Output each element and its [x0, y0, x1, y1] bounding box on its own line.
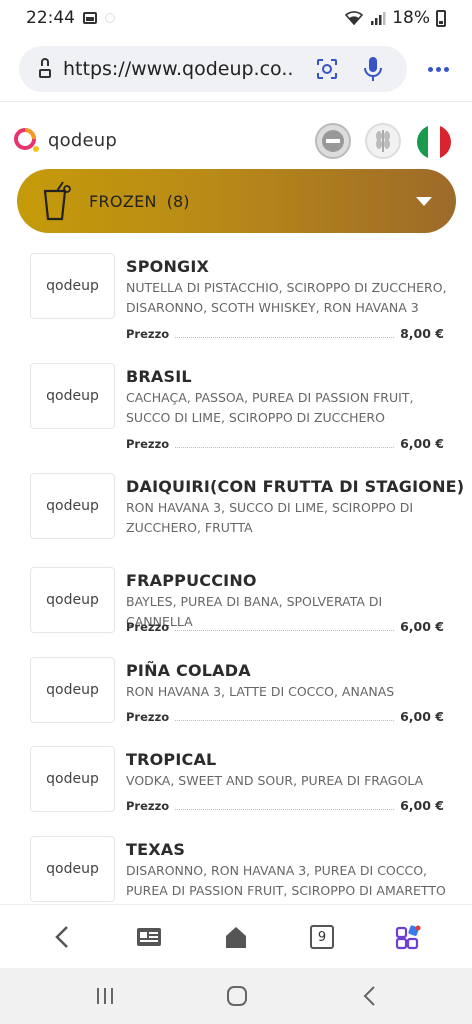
price-label: Prezzo [126, 620, 170, 634]
home-icon[interactable] [222, 923, 250, 951]
price-row: Prezzo 8,00 € [126, 325, 444, 341]
price-row: Prezzo 6,00 € [126, 708, 444, 724]
qodeup-logo[interactable]: qodeup [12, 125, 117, 155]
price-label: Prezzo [126, 327, 170, 341]
item-name: BRASIL [126, 367, 192, 386]
item-name: TROPICAL [126, 750, 217, 769]
clock: 22:44 [26, 8, 75, 28]
status-left: 22:44 [26, 8, 115, 28]
recent-apps-icon[interactable] [91, 982, 119, 1010]
category-count: (8) [166, 191, 190, 211]
item-name: PIÑA COLADA [126, 661, 251, 680]
system-nav-bar [0, 968, 472, 1024]
item-thumbnail[interactable]: qodeup [30, 746, 115, 812]
notification-dot-icon [105, 13, 115, 23]
dot-leader [175, 809, 395, 810]
lens-scan-icon[interactable] [315, 57, 339, 81]
price-row: Prezzo 6,00 € [126, 435, 444, 451]
address-bar[interactable]: https://www.qodeup.co... [19, 46, 407, 92]
tabs-button[interactable]: 9 [308, 923, 336, 951]
dot-leader [175, 337, 395, 338]
menu-list[interactable]: qodeup SPONGIX NUTELLA DI PISTACCHIO, SC… [0, 233, 472, 904]
menu-grid-icon[interactable] [394, 923, 422, 951]
status-bar: 22:44 18% [0, 0, 472, 36]
price-value: 6,00 € [400, 619, 444, 634]
price-value: 6,00 € [400, 436, 444, 451]
category-label: FROZEN [89, 191, 157, 211]
dot-leader [175, 630, 395, 631]
item-thumbnail[interactable]: qodeup [30, 253, 115, 319]
item-name: TEXAS [126, 840, 186, 859]
item-name: SPONGIX [126, 257, 210, 276]
dot-leader [175, 720, 395, 721]
wifi-icon [345, 11, 364, 26]
item-name: DAIQUIRI(CON FRUTTA DI STAGIONE) [126, 477, 465, 496]
price-row: Prezzo 6,00 € [126, 618, 444, 634]
price-value: 6,00 € [400, 798, 444, 813]
back-icon[interactable] [48, 923, 76, 951]
battery-percent: 18% [392, 8, 430, 28]
home-button-icon[interactable] [223, 982, 251, 1010]
dot-leader [175, 447, 395, 448]
price-value: 8,00 € [400, 326, 444, 341]
item-description: RON HAVANA 3, SUCCO DI LIME, SCIROPPO DI… [126, 500, 414, 535]
price-label: Prezzo [126, 437, 170, 451]
price-label: Prezzo [126, 799, 170, 813]
item-thumbnail[interactable]: qodeup [30, 567, 115, 633]
signal-icon [371, 12, 386, 25]
news-feed-icon[interactable] [135, 923, 163, 951]
url-text[interactable]: https://www.qodeup.co... [63, 58, 293, 80]
item-description: NUTELLA DI PISTACCHIO, SCIROPPO DI ZUCCH… [126, 280, 447, 315]
battery-icon [436, 9, 446, 27]
item-description: RON HAVANA 3, LATTE DI COCCO, ANANAS [126, 684, 395, 699]
price-value: 6,00 € [400, 709, 444, 724]
item-thumbnail[interactable]: qodeup [30, 657, 115, 723]
gluten-free-icon[interactable] [364, 122, 402, 160]
price-label: Prezzo [126, 710, 170, 724]
item-description: CACHAÇA, PASSOA, PUREA DI PASSION FRUIT,… [126, 390, 414, 425]
chevron-down-icon[interactable] [416, 197, 432, 206]
browser-toolbar: https://www.qodeup.co... [0, 36, 472, 102]
item-thumbnail[interactable]: qodeup [30, 363, 115, 429]
tabs-count: 9 [310, 925, 334, 949]
more-options-icon[interactable] [428, 60, 450, 78]
microphone-icon[interactable] [361, 55, 385, 83]
system-back-icon[interactable] [356, 982, 384, 1010]
qodeup-logo-mark [14, 128, 39, 152]
status-right: 18% [344, 8, 446, 28]
category-header-frozen[interactable]: FROZEN (8) [17, 169, 456, 233]
lock-icon [39, 58, 51, 78]
cocktail-glass-icon [43, 181, 71, 221]
item-name: FRAPPUCCINO [126, 571, 257, 590]
item-thumbnail[interactable]: qodeup [30, 836, 115, 902]
italian-flag-icon[interactable] [417, 125, 451, 159]
price-row: Prezzo 6,00 € [126, 797, 444, 813]
logo-text: qodeup [48, 129, 117, 151]
vegan-badge-icon[interactable] [314, 122, 352, 160]
item-description: VODKA, SWEET AND SOUR, PUREA DI FRAGOLA [126, 773, 424, 788]
item-thumbnail[interactable]: qodeup [30, 473, 115, 539]
item-description: DISARONNO, RON HAVANA 3, PUREA DI COCCO,… [126, 863, 446, 898]
app-header: qodeup [0, 103, 472, 178]
gallery-notification-icon [83, 12, 97, 24]
browser-bottom-nav: 9 [0, 904, 472, 968]
